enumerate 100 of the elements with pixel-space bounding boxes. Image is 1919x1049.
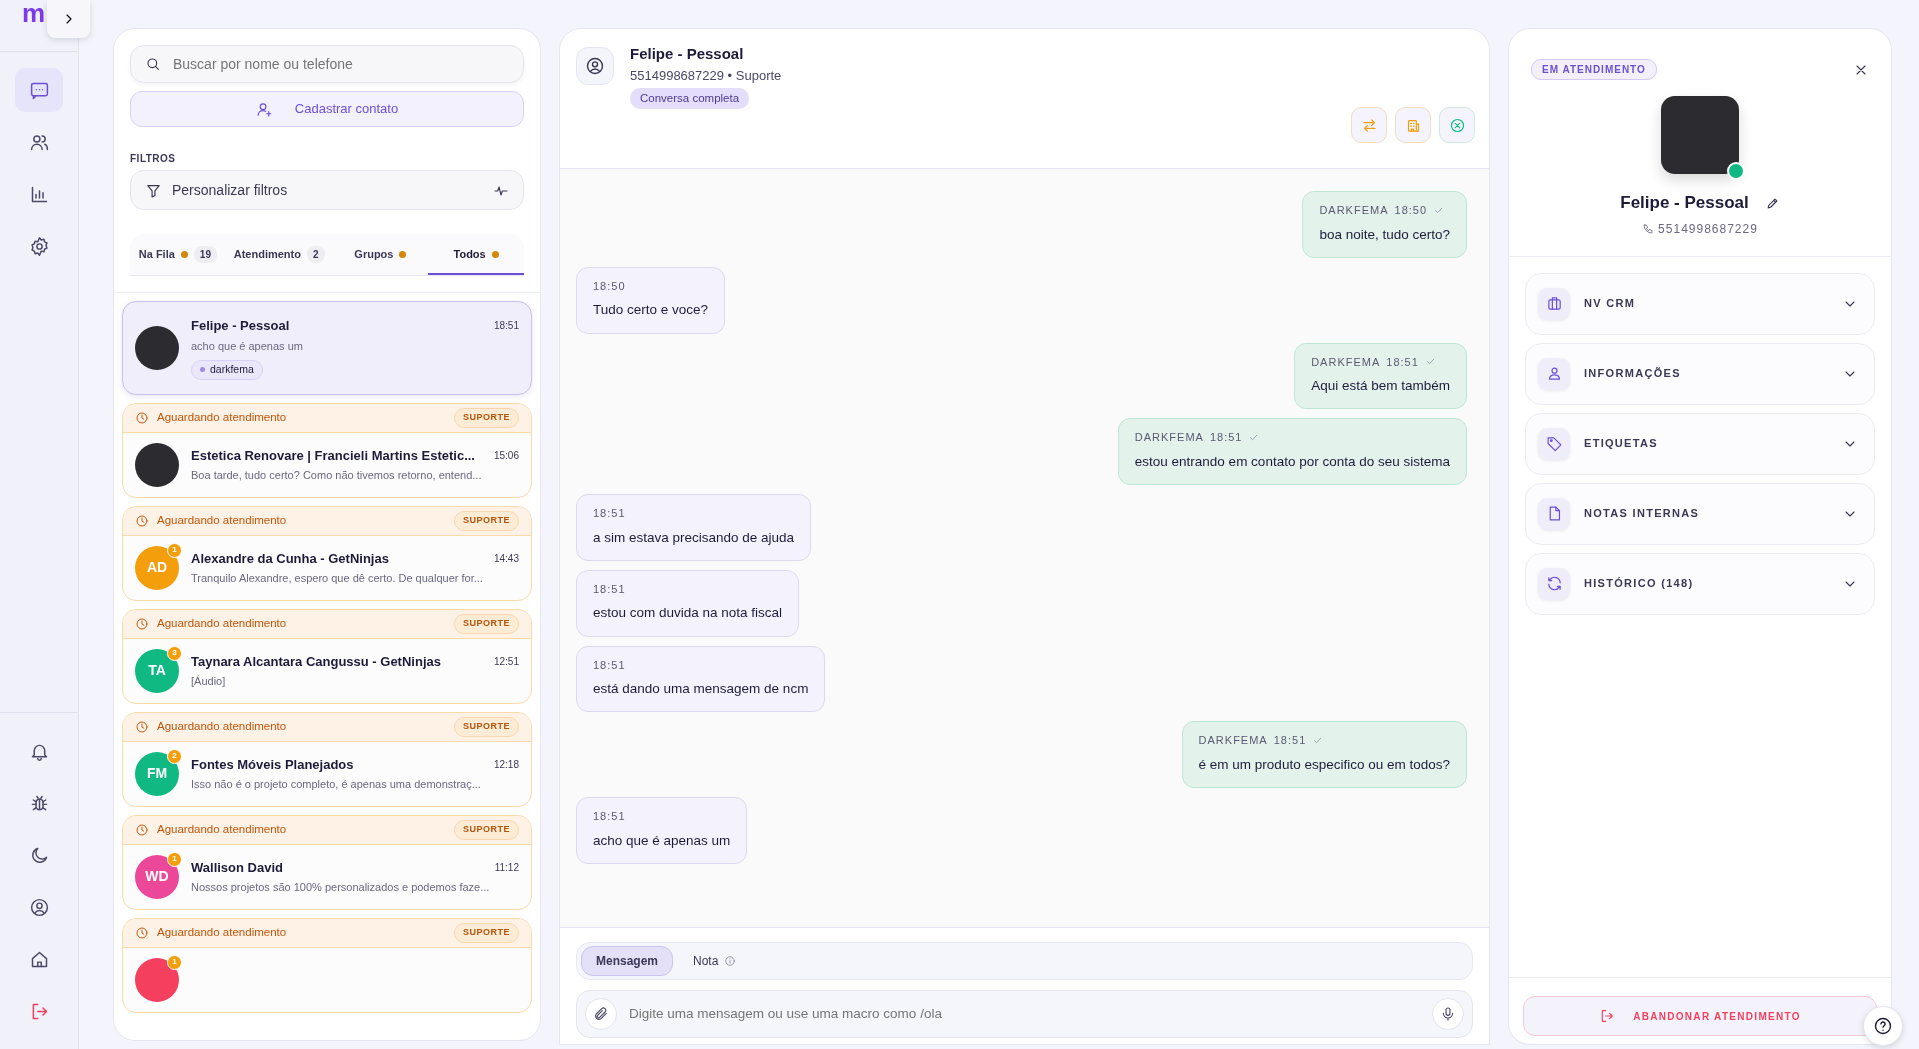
contact-card[interactable]: Felipe - Pessoal 18:51 acho que é apenas um darkfema [122,301,532,395]
message-preview: Tranquilo Alexandre, espero que dê certo. De qualquer for... [191,571,484,587]
phone-icon [1642,222,1655,235]
accordion-header[interactable]: NOTAS INTERNAS [1525,482,1875,545]
message-field[interactable]: Digite uma mensagem ou use uma macro como /ola [576,990,1473,1038]
message-preview: Boa tarde, tudo certo? Como não tivemos retorno, entend... [191,468,483,484]
briefcase-icon [1545,295,1563,312]
time-text: 18:51 [1273,733,1307,749]
section-title: HISTÓRICO (148) [1584,576,1694,592]
help-button[interactable] [1863,1006,1903,1046]
logout-icon [1599,1008,1616,1024]
microphone-icon [1440,1006,1456,1022]
search-input[interactable]: Buscar por nome ou telefone [171,52,509,76]
status-badge: Conversa completa [630,88,750,110]
contact-card[interactable]: Aguardando atendimento SUPORTE FM 2 Fontes Móveis Planejados 12:18 Isso não é o projeto completo, é apenas uma demonstraç... [122,711,532,807]
clock-icon [135,719,149,734]
contact-card[interactable]: Aguardando atendimento SUPORTE AD 1 Alexandre da Cunha - GetNinjas 14:43 Tranquilo Alexandre, espero que dê certo. De qualquer for... [122,505,532,601]
message-preview: acho que é apenas um [191,338,304,354]
avatar: FM 2 [135,751,179,796]
clock-icon [135,513,149,528]
sender-name: DARKFEMA [1319,203,1389,218]
user-circle-icon [585,56,605,76]
unread-badge: 1 [167,954,182,970]
count-badge: 19 [193,246,217,263]
tab[interactable]: Na Fila 19 [130,234,226,275]
contact-name: Fontes Móveis Planejados [191,755,354,774]
queue-badge: SUPORTE [454,511,519,531]
message-text: estou com duvida na nota fiscal [593,604,783,623]
unread-badge: 2 [167,748,182,764]
tab[interactable]: Atendimento 2 [225,234,333,275]
queue-badge: SUPORTE [454,717,519,737]
search-icon [145,56,161,72]
accordion-header[interactable]: NV CRM [1525,272,1875,335]
message-preview: Nossos projetos são 100% personalizados e podemos faze... [191,880,491,896]
time-text: 12:51 [493,655,519,669]
tab[interactable]: Grupos [332,234,429,275]
clock-icon [135,616,149,631]
contact-card[interactable]: Aguardando atendimento SUPORTE WD 1 Wallison David 11:12 Nossos projetos são 100% personalizados e podemos faze... [122,814,532,910]
message-text: Aqui está bem também [1311,377,1450,395]
logo: m [22,0,44,26]
contact-name: Felipe - Pessoal [191,317,290,335]
mode-tab[interactable]: Mensagem [581,946,674,976]
time-text: 14:43 [493,552,519,566]
filters-button[interactable]: Personalizar filtros [130,170,524,210]
message-text: está dando uma mensagem de ncm [593,680,809,698]
time-text: 18:50 [593,278,626,294]
status-text: Aguardando atendimento [157,925,287,941]
status-text: Aguardando atendimento [157,822,287,838]
time-text: 18:50 [1394,203,1428,218]
section-title: NV CRM [1584,296,1636,312]
settings-icon [28,235,50,257]
avatar: TA 3 [135,648,179,693]
photo-placeholder [135,325,179,370]
accordion-header[interactable]: HISTÓRICO (148) [1525,552,1875,615]
status-badge: EM ATENDIMENTO [1531,59,1657,80]
mode-tab[interactable]: Nota [679,947,751,975]
user-circle-icon [28,896,50,918]
status-text: Aguardando atendimento [157,719,287,735]
check-icon [1248,432,1260,443]
time-text: 11:12 [494,861,519,875]
nav-button[interactable] [15,68,63,112]
accordion-header[interactable]: INFORMAÇÕES [1525,342,1875,405]
contact-name: Taynara Alcantara Cangussu - GetNinjas [191,652,441,671]
contact-card[interactable]: Aguardando atendimento SUPORTE 1 [122,917,532,1013]
accordion-header[interactable]: ETIQUETAS [1525,412,1875,475]
contact-card[interactable]: Aguardando atendimento SUPORTE Estetica Renovare | Francieli Martins Estetic... 15:06 Boa tarde, tudo certo? Como não tivemos retorno, entend... [122,402,532,498]
unread-badge: 1 [167,851,182,867]
time-text: 18:51 [593,581,626,597]
contact-card[interactable]: Aguardando atendimento SUPORTE TA 3 Taynara Alcantara Cangussu - GetNinjas 12:51 [Áudio] [122,608,532,704]
unread-badge: 3 [167,645,182,661]
queue-badge: SUPORTE [454,820,519,840]
close-circle-icon [1448,116,1466,134]
message-text: boa noite, tudo certo? [1319,225,1450,244]
time-text: 18:51 [593,657,626,673]
message-text: Tudo certo e voce? [593,301,709,320]
photo-placeholder [135,442,179,487]
tab[interactable]: Todos [428,234,524,275]
mic-button[interactable] [1432,998,1464,1030]
user-plus-icon [255,100,273,118]
sender-name: DARKFEMA [1134,430,1204,446]
avatar: AD 1 [135,545,179,590]
clock-icon [135,822,149,837]
attach-button[interactable] [585,998,617,1030]
help-icon [1873,1016,1893,1036]
section-title: ETIQUETAS [1584,436,1658,452]
message-input[interactable]: Digite uma mensagem ou use uma macro como /ola [627,1002,1422,1026]
section-title: NOTAS INTERNAS [1584,506,1700,522]
search-field[interactable]: Buscar por nome ou telefone [130,45,524,83]
message-text: acho que é apenas um [593,831,731,850]
message-text: estou entrando em contato por conta do seu sistema [1134,452,1450,471]
section-label: FILTROS [130,152,177,166]
message-text: a sim estava precisando de ajuda [593,528,795,547]
refresh-icon [1545,575,1563,592]
chat-title: Felipe - Pessoal [630,44,745,64]
add-contact-button[interactable]: Cadastrar contato [130,91,524,127]
clock-icon [135,925,149,940]
status-text: Aguardando atendimento [157,616,287,632]
message-preview: Isso não é o projeto completo, é apenas uma demonstraç... [191,777,482,793]
time-text: 18:51 [593,809,626,824]
time-text: 15:06 [493,449,519,463]
